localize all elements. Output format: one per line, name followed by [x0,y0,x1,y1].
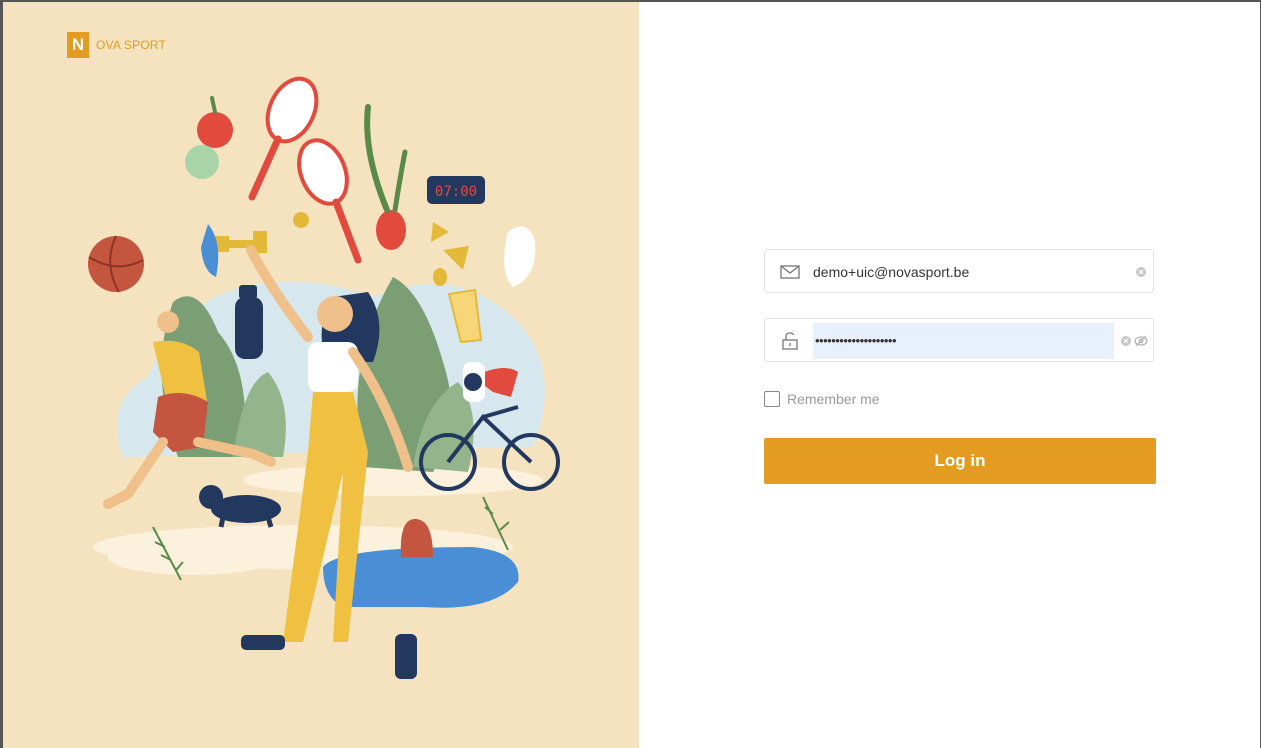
clear-password-icon[interactable] [1121,336,1131,346]
password-autofill-box[interactable]: •••••••••••••••••••• [813,323,1114,359]
remember-me-checkbox[interactable] [764,391,780,407]
clear-email-icon[interactable] [1136,267,1146,277]
eye-off-icon[interactable] [1134,334,1148,348]
password-input[interactable]: •••••••••••••••••••• [815,331,897,351]
login-button[interactable]: Log in [764,438,1156,484]
radish [376,210,406,250]
remember-me-label: Remember me [787,391,880,407]
apple-green [185,145,219,179]
cheese-slice [431,222,449,242]
tennis-racket-2 [297,138,362,264]
digital-clock-text: 07:00 [435,184,477,200]
mail-icon [780,265,800,279]
lemon [433,268,447,286]
hero-panel: 07:00 N OVA SPORT [3,2,639,748]
dumbbell [215,231,267,253]
sports-illustration: 07:00 [88,76,560,679]
dog [199,485,281,528]
tennis-ball [293,212,309,228]
unlock-icon [782,332,798,350]
password-field[interactable]: •••••••••••••••••••• [764,318,1154,362]
cloud-white [504,226,536,287]
backpack [400,519,433,557]
water-bottle [235,297,263,359]
email-input[interactable]: demo+uic@novasport.be [813,262,969,282]
apple-stem [210,96,217,114]
login-panel: demo+uic@novasport.be ••••••••••••••••••… [639,2,1260,748]
apple-red [197,112,233,148]
illustration-ground-path-3 [108,539,278,575]
water-splash [201,224,219,277]
remember-me[interactable]: Remember me [764,391,880,407]
brand-name: OVA SPORT [96,38,167,52]
brand-logo[interactable]: N OVA SPORT [67,32,166,58]
brand-mark: N [67,32,89,58]
cheese-slice-2 [443,246,469,270]
email-field[interactable]: demo+uic@novasport.be [764,249,1154,293]
